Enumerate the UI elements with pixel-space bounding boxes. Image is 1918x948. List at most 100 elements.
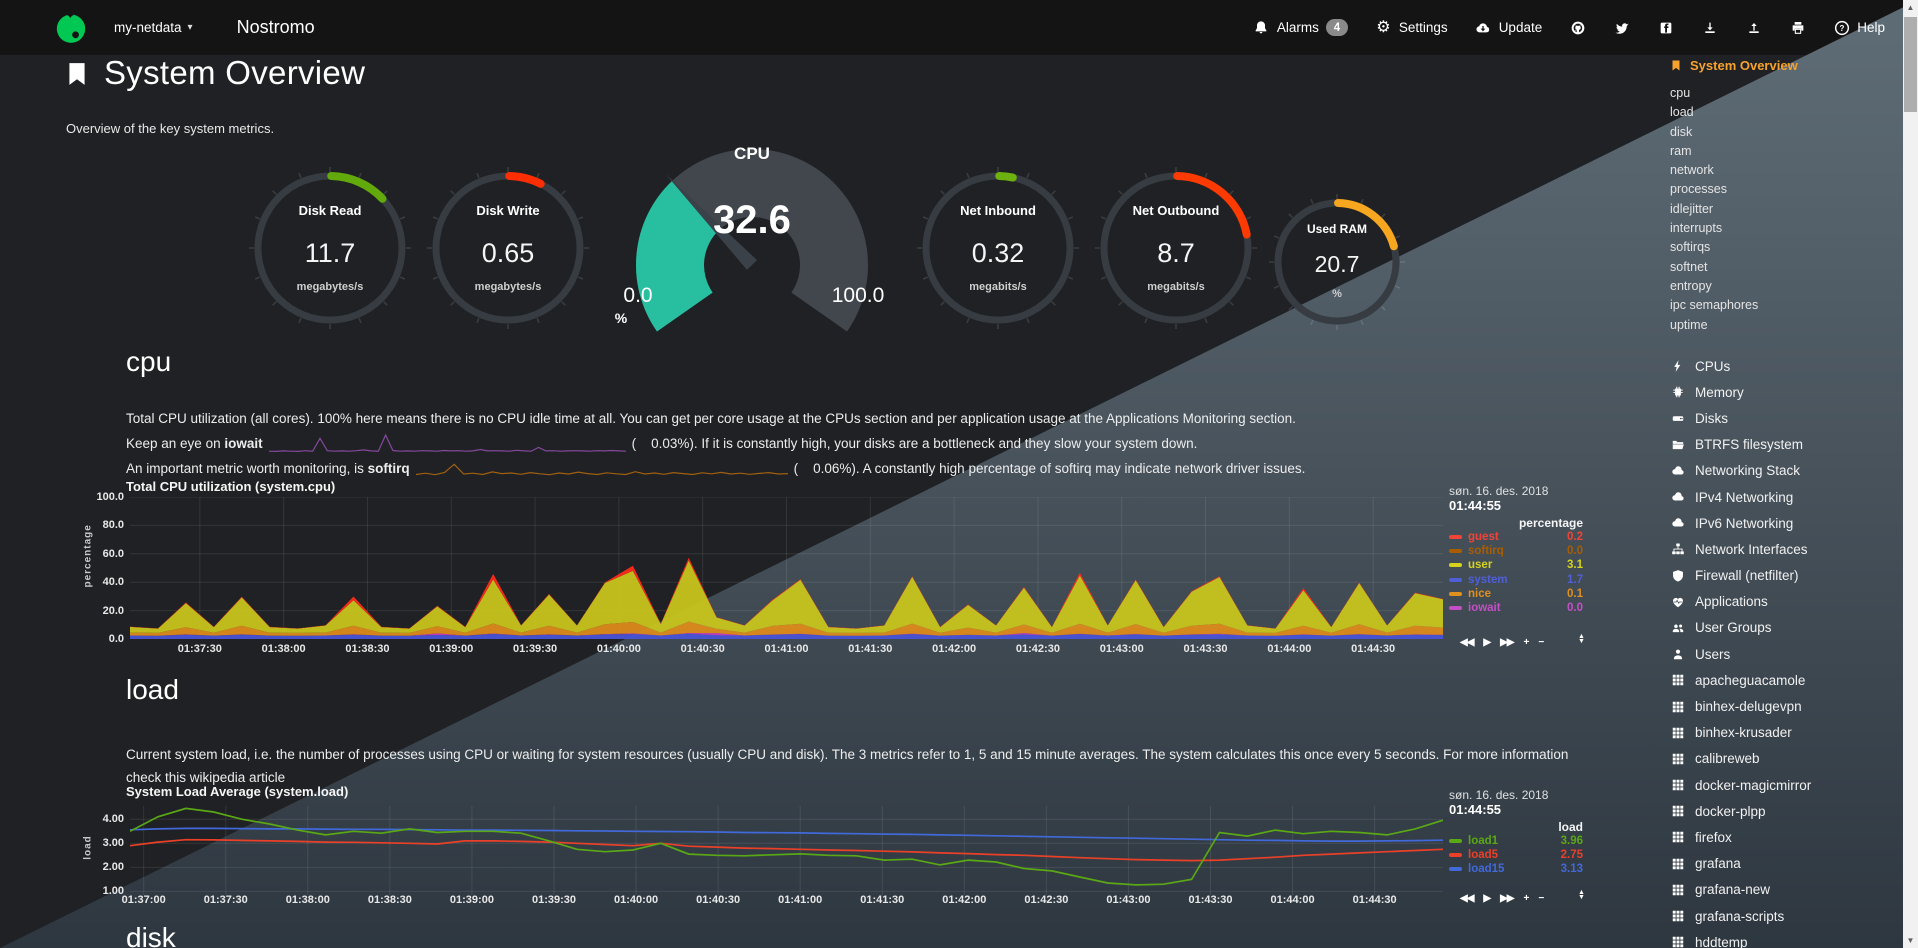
sidebar-item-apacheguacamole[interactable]: apacheguacamole — [1670, 667, 1811, 693]
load-chart-toolbox: ◀◀▶▶▶+− — [1460, 893, 1543, 904]
download-icon[interactable] — [1701, 19, 1718, 36]
pan-forward-button[interactable]: ▶▶ — [1500, 637, 1513, 648]
sidebar-item-system-overview[interactable]: System Overview — [1670, 58, 1896, 73]
sidebar-item-networking-stack[interactable]: Networking Stack — [1670, 458, 1811, 484]
sidebar-item-btrfs-filesystem[interactable]: BTRFS filesystem — [1670, 432, 1811, 458]
cpu-chart-plot-area[interactable] — [130, 497, 1443, 639]
zoom-in-button[interactable]: + — [1523, 637, 1528, 648]
sidebar-item-network[interactable]: network — [1670, 161, 1896, 180]
help-button[interactable]: ? Help — [1833, 19, 1885, 36]
legend-label: load1 — [1468, 835, 1498, 847]
play-button[interactable]: ▶ — [1483, 637, 1490, 648]
legend-value: 0.2 — [1567, 531, 1583, 543]
sidebar-item-firewall-netfilter-[interactable]: Firewall (netfilter) — [1670, 563, 1811, 589]
page-scrollbar[interactable]: ▲ ▼ — [1903, 0, 1918, 948]
legend-row-nice[interactable]: nice0.1 — [1449, 587, 1583, 601]
sidebar-item-grafana[interactable]: grafana — [1670, 851, 1811, 877]
sidebar-item-cpus[interactable]: CPUs — [1670, 353, 1811, 379]
print-icon[interactable] — [1789, 19, 1806, 36]
sidebar-item-softirqs[interactable]: softirqs — [1670, 238, 1896, 257]
x-axis-tick: 01:44:00 — [1271, 894, 1315, 906]
sidebar-item-uptime[interactable]: uptime — [1670, 316, 1896, 335]
iowait-sparkline-chart[interactable] — [269, 432, 626, 457]
sidebar-container-label: firefox — [1695, 830, 1732, 845]
sidebar-item-cpu[interactable]: cpu — [1670, 84, 1896, 103]
gauge-net-inbound[interactable]: Net Inbound0.32megabits/s — [914, 164, 1082, 332]
zoom-out-button[interactable]: − — [1538, 893, 1543, 904]
legend-row-softirq[interactable]: softirq0.0 — [1449, 544, 1583, 558]
gauge-disk-read[interactable]: Disk Read11.7megabytes/s — [246, 164, 414, 332]
sidebar-item-firefox[interactable]: firefox — [1670, 824, 1811, 850]
sidebar-item-ipv4-networking[interactable]: IPv4 Networking — [1670, 484, 1811, 510]
legend-row-load1[interactable]: load13.96 — [1449, 834, 1583, 848]
sidebar-item-applications[interactable]: Applications — [1670, 589, 1811, 615]
legend-row-guest[interactable]: guest0.2 — [1449, 530, 1583, 544]
sidebar-container-label: binhex-delugevpn — [1695, 699, 1802, 714]
legend-row-load5[interactable]: load52.75 — [1449, 848, 1583, 862]
sidebar-item-memory[interactable]: Memory — [1670, 379, 1811, 405]
gauge-value: 0.65 — [424, 238, 592, 269]
sidebar-section-label: Memory — [1695, 385, 1744, 400]
sidebar-item-softnet[interactable]: softnet — [1670, 258, 1896, 277]
gauge-cpu[interactable] — [622, 135, 882, 395]
sidebar-item-idlejitter[interactable]: idlejitter — [1670, 200, 1896, 219]
legend-row-load15[interactable]: load153.13 — [1449, 862, 1583, 876]
legend-label: system — [1468, 574, 1508, 586]
sidebar-item-processes[interactable]: processes — [1670, 180, 1896, 199]
upload-icon[interactable] — [1745, 19, 1762, 36]
update-button[interactable]: Update — [1475, 19, 1543, 36]
sidebar-sub-items: cpuloaddiskramnetworkprocessesidlejitter… — [1670, 84, 1896, 335]
sidebar-item-binhex-krusader[interactable]: binhex-krusader — [1670, 720, 1811, 746]
sidebar-item-grafana-scripts[interactable]: grafana-scripts — [1670, 903, 1811, 929]
legend-row-iowait[interactable]: iowait0.0 — [1449, 601, 1583, 615]
sidebar-item-ipc-semaphores[interactable]: ipc semaphores — [1670, 296, 1896, 315]
sidebar-item-grafana-new[interactable]: grafana-new — [1670, 877, 1811, 903]
sidebar-item-disks[interactable]: Disks — [1670, 405, 1811, 431]
cpu-chart-resize-handle[interactable]: ▲▼ — [1578, 634, 1585, 644]
facebook-icon[interactable] — [1657, 19, 1674, 36]
load-chart-plot-area[interactable] — [130, 806, 1443, 895]
cpu-gauge-value: 32.6 — [672, 198, 832, 243]
sidebar-item-users[interactable]: Users — [1670, 641, 1811, 667]
alarms-button[interactable]: Alarms 4 — [1253, 19, 1348, 36]
scrollbar-up-arrow[interactable]: ▲ — [1903, 0, 1918, 15]
netdata-logo[interactable] — [54, 11, 88, 45]
grid-icon — [1670, 909, 1686, 923]
sidebar-item-binhex-delugevpn[interactable]: binhex-delugevpn — [1670, 693, 1811, 719]
pan-backward-button[interactable]: ◀◀ — [1460, 893, 1473, 904]
sidebar-item-ram[interactable]: ram — [1670, 142, 1896, 161]
gauge-disk-write[interactable]: Disk Write0.65megabytes/s — [424, 164, 592, 332]
pan-forward-button[interactable]: ▶▶ — [1500, 893, 1513, 904]
sidebar-item-load[interactable]: load — [1670, 103, 1896, 122]
sidebar-item-network-interfaces[interactable]: Network Interfaces — [1670, 536, 1811, 562]
pan-backward-button[interactable]: ◀◀ — [1460, 637, 1473, 648]
legend-row-system[interactable]: system1.7 — [1449, 573, 1583, 587]
my-netdata-menu[interactable]: my-netdata ▾ — [108, 19, 199, 36]
gauge-label: Net Outbound — [1092, 203, 1260, 218]
twitter-icon[interactable] — [1613, 19, 1630, 36]
settings-button[interactable]: ⚙ Settings — [1375, 19, 1448, 36]
scrollbar-down-arrow[interactable]: ▼ — [1903, 933, 1918, 948]
wikipedia-article-link[interactable]: wikipedia article — [190, 770, 285, 785]
gauge-used-ram[interactable]: Used RAM20.7% — [1266, 191, 1408, 333]
load-description-text: Current system load, i.e. the number of … — [126, 747, 1568, 785]
gauge-net-outbound[interactable]: Net Outbound8.7megabits/s — [1092, 164, 1260, 332]
zoom-in-button[interactable]: + — [1523, 893, 1528, 904]
zoom-out-button[interactable]: − — [1538, 637, 1543, 648]
sidebar-item-hddtemp[interactable]: hddtemp — [1670, 929, 1811, 948]
sidebar-item-docker-plpp[interactable]: docker-plpp — [1670, 798, 1811, 824]
sidebar-item-disk[interactable]: disk — [1670, 123, 1896, 142]
legend-row-user[interactable]: user3.1 — [1449, 558, 1583, 572]
sidebar-item-docker-magicmirror[interactable]: docker-magicmirror — [1670, 772, 1811, 798]
sidebar-item-user-groups[interactable]: User Groups — [1670, 615, 1811, 641]
sidebar-item-interrupts[interactable]: interrupts — [1670, 219, 1896, 238]
sidebar-item-ipv6-networking[interactable]: IPv6 Networking — [1670, 510, 1811, 536]
github-icon[interactable] — [1569, 19, 1586, 36]
load-chart-resize-handle[interactable]: ▲▼ — [1578, 890, 1585, 900]
scrollbar-thumb[interactable] — [1904, 17, 1917, 112]
softirq-sparkline-chart[interactable] — [416, 457, 788, 482]
hostname[interactable]: Nostromo — [237, 17, 315, 38]
sidebar-item-entropy[interactable]: entropy — [1670, 277, 1896, 296]
play-button[interactable]: ▶ — [1483, 893, 1490, 904]
sidebar-item-calibreweb[interactable]: calibreweb — [1670, 746, 1811, 772]
